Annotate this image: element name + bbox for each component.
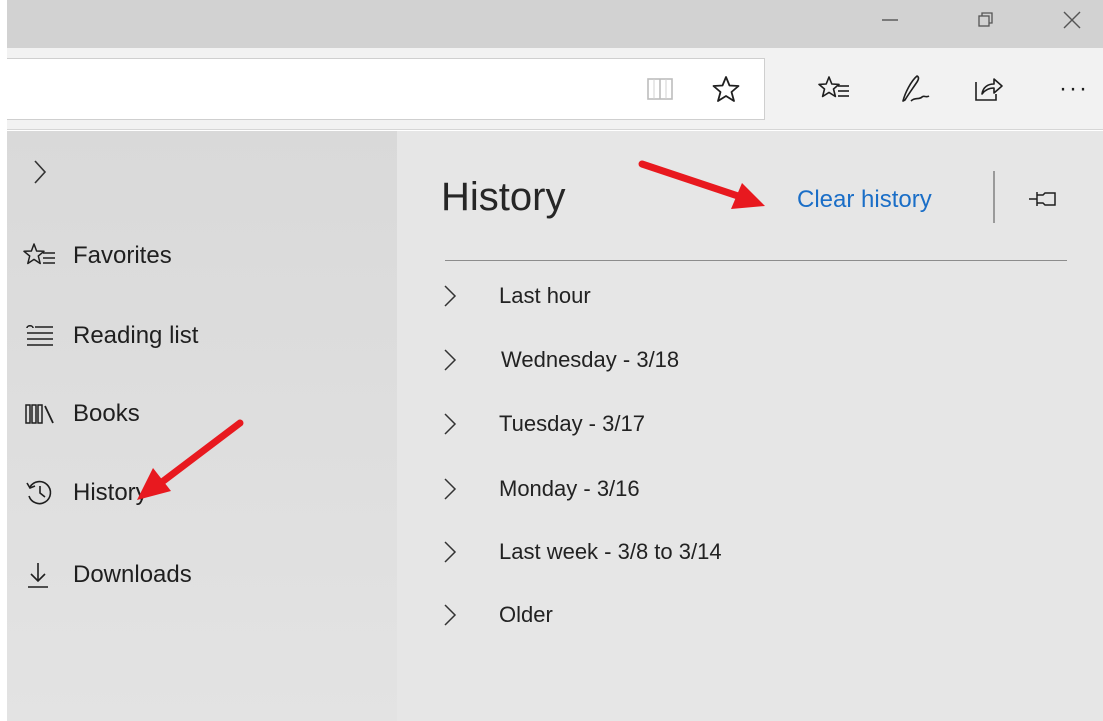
expand-nav-button[interactable] (25, 157, 55, 187)
add-favorite-button[interactable] (704, 67, 748, 111)
history-group-label: Last hour (499, 283, 591, 308)
history-group-label: Last week - 3/8 to 3/14 (499, 539, 722, 564)
favorites-star-icon (15, 236, 65, 276)
history-pane: History Clear history Last hour Wednesda… (397, 131, 1103, 721)
pin-icon (1029, 192, 1056, 206)
reading-list-icon (15, 316, 65, 356)
minimize-button[interactable] (868, 0, 912, 40)
history-group-label: Monday - 3/16 (499, 476, 640, 501)
pin-pane-button[interactable] (1023, 181, 1063, 217)
hub-item-history[interactable]: History (7, 463, 397, 523)
share-icon (975, 78, 1003, 101)
chevron-right-icon (34, 160, 47, 184)
title-bar (0, 0, 1103, 48)
history-group-label: Wednesday - 3/18 (501, 347, 680, 372)
minimize-icon (882, 19, 898, 21)
hub-item-label: Books (73, 400, 140, 427)
close-icon (1063, 11, 1081, 29)
chevron-right-icon (435, 274, 465, 318)
more-button[interactable]: ··· (1052, 67, 1096, 111)
web-note-button[interactable] (892, 67, 936, 111)
add-favorite-star-icon (712, 76, 740, 102)
chevron-right-icon (435, 338, 465, 382)
hub-item-label: History (73, 479, 148, 506)
history-group-last-week[interactable]: Last week - 3/8 to 3/14 (435, 530, 1035, 574)
divider (445, 260, 1067, 261)
hub-item-label: Favorites (73, 242, 172, 269)
history-group-label: Older (499, 602, 553, 627)
chevron-right-icon (435, 402, 465, 446)
history-group-tuesday[interactable]: Tuesday - 3/17 (435, 402, 1035, 446)
chevron-right-icon (435, 467, 465, 511)
divider (993, 171, 995, 223)
chevron-right-icon (435, 593, 465, 637)
history-group-label: Tuesday - 3/17 (499, 411, 645, 436)
share-button[interactable] (966, 67, 1010, 111)
hub-item-reading-list[interactable]: Reading list (7, 306, 397, 366)
browser-toolbar: ··· (0, 48, 1103, 130)
history-group-monday[interactable]: Monday - 3/16 (435, 467, 1035, 511)
window-edge (0, 0, 7, 721)
favorites-hub-icon (818, 76, 849, 98)
books-icon (15, 394, 65, 434)
hub-navigation: Favorites Reading list Books History Dow… (7, 131, 397, 721)
web-note-pen-icon (902, 75, 930, 102)
clear-history-link[interactable]: Clear history (797, 186, 932, 214)
history-group-wednesday[interactable]: Wednesday - 3/18 (435, 338, 1035, 382)
reading-view-icon (647, 78, 673, 100)
chevron-right-icon (435, 530, 465, 574)
download-arrow-icon (15, 555, 65, 595)
reading-view-button[interactable] (638, 67, 682, 111)
page-title: History (441, 175, 566, 219)
hub-item-downloads[interactable]: Downloads (7, 545, 397, 605)
address-bar[interactable] (0, 58, 765, 120)
history-clock-icon (15, 473, 65, 513)
history-group-last-hour[interactable]: Last hour (435, 274, 1035, 318)
hub-item-label: Reading list (73, 322, 199, 349)
restore-button[interactable] (964, 0, 1008, 40)
more-ellipsis-icon: ··· (1059, 75, 1089, 102)
history-group-older[interactable]: Older (435, 593, 1035, 637)
hub-item-favorites[interactable]: Favorites (7, 226, 397, 286)
favorites-hub-button[interactable] (812, 67, 856, 111)
restore-icon (978, 12, 993, 27)
hub-item-books[interactable]: Books (7, 384, 397, 444)
hub-item-label: Downloads (73, 561, 192, 588)
close-button[interactable] (1050, 0, 1094, 40)
